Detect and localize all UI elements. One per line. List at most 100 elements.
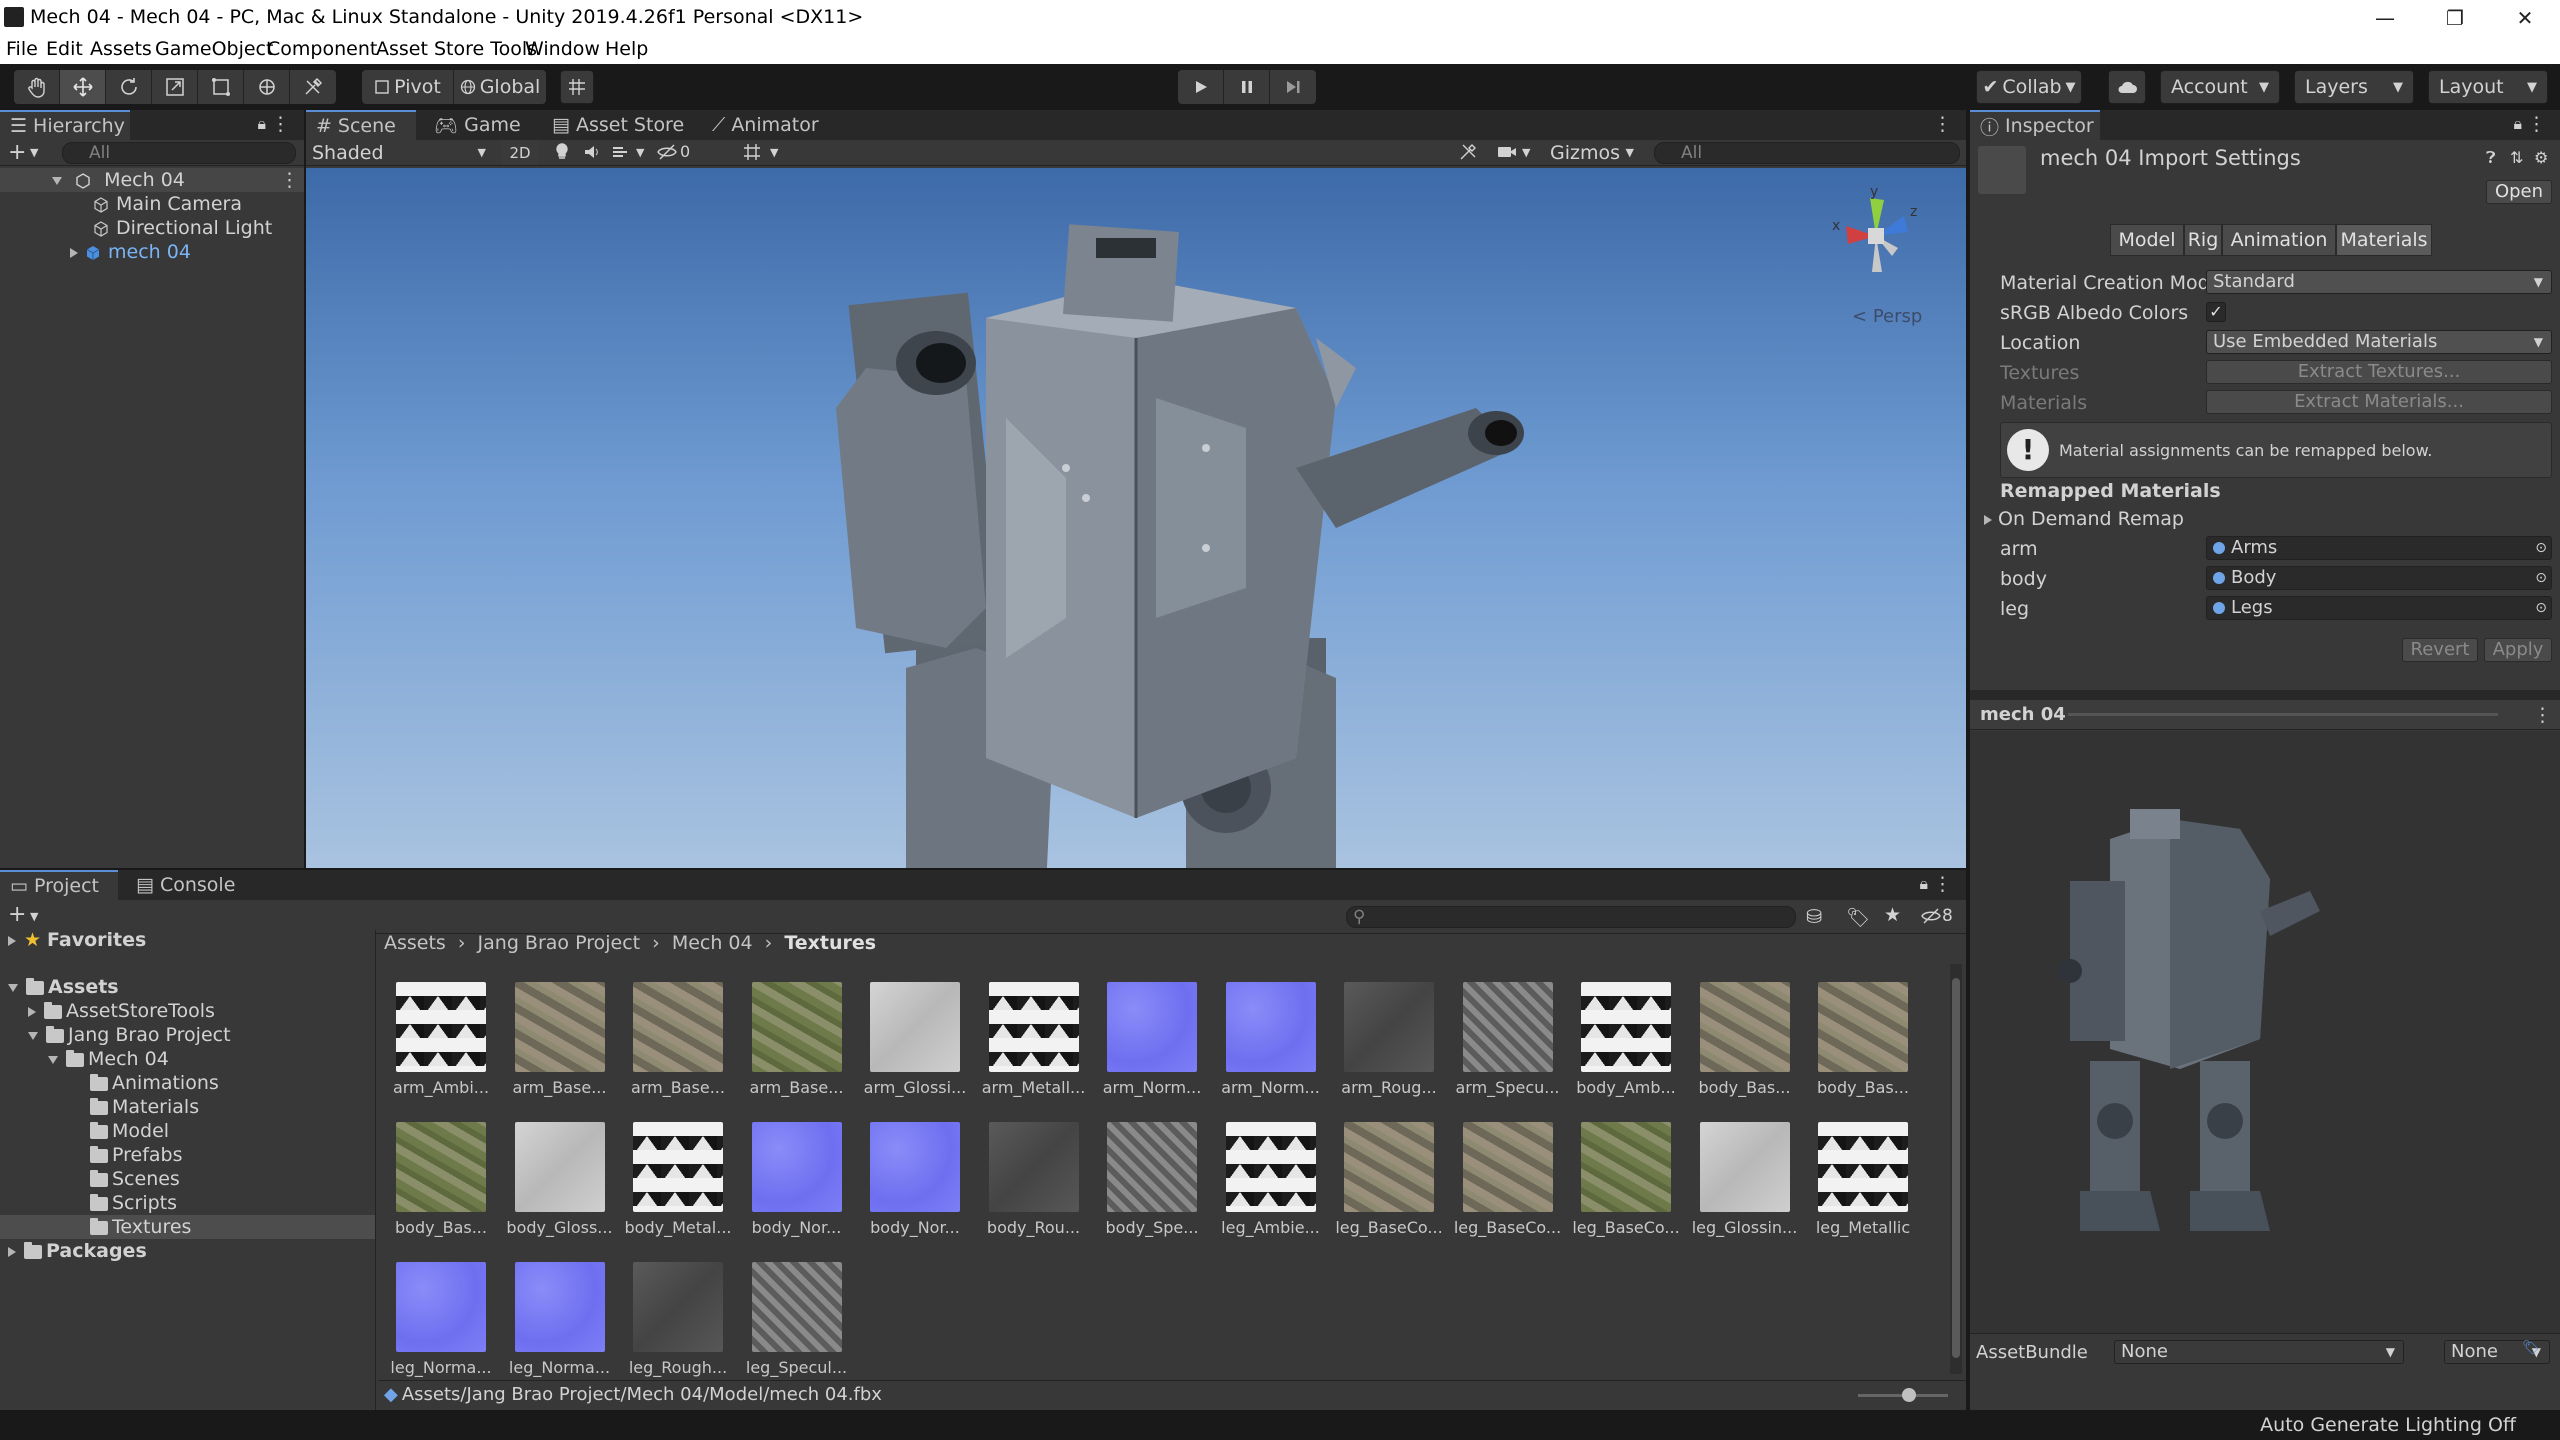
tree-item-scenes[interactable]: Scenes bbox=[90, 1167, 180, 1191]
model-preview[interactable] bbox=[1970, 731, 2560, 1333]
audio-icon[interactable] bbox=[582, 142, 602, 162]
grid-toggle-icon[interactable] bbox=[742, 142, 762, 162]
object-picker-icon[interactable]: ⊙ bbox=[2535, 567, 2547, 589]
grid-scrollbar[interactable] bbox=[1950, 964, 1962, 1374]
revert-button[interactable]: Revert bbox=[2402, 638, 2478, 662]
expand-icon[interactable] bbox=[52, 176, 62, 185]
tools-icon[interactable] bbox=[1458, 142, 1478, 162]
tab-animator[interactable]: ⟋ Animator bbox=[702, 110, 829, 140]
tree-item-animations[interactable]: Animations bbox=[90, 1071, 219, 1095]
breadcrumb-textures[interactable]: Textures bbox=[784, 932, 876, 954]
help-icon[interactable]: ❓︎ bbox=[2486, 148, 2496, 168]
scale-tool-icon[interactable] bbox=[152, 70, 198, 104]
open-button[interactable]: Open bbox=[2486, 180, 2552, 204]
packages-foldout[interactable]: Packages bbox=[8, 1239, 147, 1263]
on-demand-remap-foldout[interactable]: On Demand Remap bbox=[1984, 508, 2184, 530]
shading-mode-dropdown[interactable]: Shaded ▼ bbox=[312, 140, 492, 166]
orientation-gizmo[interactable]: x y z bbox=[1826, 186, 1926, 296]
tree-item-jang-brao[interactable]: Jang Brao Project bbox=[28, 1023, 231, 1047]
hierarchy-search-input[interactable]: All bbox=[62, 142, 296, 164]
tab-model[interactable]: Model bbox=[2110, 224, 2184, 256]
gizmos-dropdown[interactable]: Gizmos ▼ bbox=[1546, 140, 1638, 166]
scene-row[interactable]: Mech 04 ⋮ bbox=[0, 168, 304, 192]
material-creation-mode-dropdown[interactable]: Standard ▼ bbox=[2206, 270, 2552, 294]
more-icon[interactable]: ⋮ bbox=[2533, 704, 2552, 726]
lighting-icon[interactable] bbox=[552, 142, 572, 162]
cloud-button[interactable] bbox=[2108, 70, 2146, 104]
texture-thumbnail[interactable] bbox=[1581, 1122, 1671, 1212]
texture-thumbnail[interactable] bbox=[396, 1262, 486, 1352]
play-icon[interactable] bbox=[1178, 70, 1224, 104]
expand-icon[interactable] bbox=[70, 247, 78, 258]
move-tool-icon[interactable] bbox=[60, 70, 106, 104]
lock-icon[interactable]: 🔒︎ bbox=[2513, 114, 2522, 134]
hidden-objects-toggle[interactable]: 0 bbox=[656, 142, 690, 161]
more-icon[interactable]: ⋮ bbox=[1933, 113, 1952, 135]
texture-thumbnail[interactable] bbox=[1818, 982, 1908, 1072]
pause-icon[interactable] bbox=[1224, 70, 1270, 104]
transform-tool-icon[interactable] bbox=[244, 70, 290, 104]
texture-thumbnail[interactable] bbox=[514, 982, 605, 1072]
collab-dropdown[interactable]: ✔ Collab ▼ bbox=[1976, 70, 2082, 104]
more-icon[interactable]: ⋮ bbox=[2527, 113, 2546, 135]
breadcrumb-mech04[interactable]: Mech 04 bbox=[672, 932, 753, 954]
tab-hierarchy[interactable]: ☰ Hierarchy bbox=[0, 110, 130, 140]
add-icon[interactable]: + bbox=[8, 902, 26, 927]
menu-gameobject[interactable]: GameObject bbox=[155, 38, 273, 60]
texture-thumbnail[interactable] bbox=[396, 1122, 486, 1212]
assets-foldout[interactable]: Assets bbox=[8, 975, 119, 999]
lock-icon[interactable]: 🔒︎ bbox=[1919, 874, 1928, 894]
dropdown-arrow-icon[interactable]: ▼ bbox=[1522, 146, 1530, 159]
pivot-toggle[interactable]: Pivot bbox=[362, 70, 454, 104]
tab-rig[interactable]: Rig bbox=[2184, 224, 2222, 256]
menu-asset-store-tools[interactable]: Asset Store Tools bbox=[376, 38, 537, 60]
settings-gear-icon[interactable]: ⚙︎ bbox=[2534, 148, 2548, 167]
icon-size-slider-thumb[interactable] bbox=[1902, 1388, 1916, 1402]
layers-dropdown[interactable]: Layers ▼ bbox=[2294, 70, 2414, 104]
location-dropdown[interactable]: Use Embedded Materials ▼ bbox=[2206, 330, 2552, 354]
texture-thumbnail[interactable] bbox=[1344, 982, 1434, 1072]
texture-thumbnail[interactable] bbox=[633, 982, 723, 1072]
tab-asset-store[interactable]: ▤ Asset Store bbox=[542, 110, 694, 140]
texture-thumbnail[interactable] bbox=[988, 1122, 1079, 1212]
maximize-button[interactable]: ❐ bbox=[2420, 0, 2490, 36]
preset-icon[interactable]: ⇅ bbox=[2510, 148, 2523, 167]
hierarchy-item-directional-light[interactable]: Directional Light bbox=[92, 216, 272, 240]
texture-thumbnail[interactable] bbox=[1818, 1122, 1908, 1212]
dropdown-arrow-icon[interactable]: ▼ bbox=[770, 146, 778, 159]
apply-button[interactable]: Apply bbox=[2484, 638, 2552, 662]
texture-thumbnail[interactable] bbox=[1107, 1122, 1197, 1212]
tab-inspector[interactable]: ⓘ Inspector bbox=[1970, 110, 2100, 140]
menu-help[interactable]: Help bbox=[605, 38, 648, 60]
extract-textures-button[interactable]: Extract Textures... bbox=[2206, 360, 2552, 384]
menu-component[interactable]: Component bbox=[267, 38, 377, 60]
texture-thumbnail[interactable] bbox=[1107, 982, 1197, 1072]
remap-field-leg[interactable]: Legs ⊙ bbox=[2206, 596, 2552, 620]
tab-materials[interactable]: Materials bbox=[2336, 224, 2432, 256]
remap-field-body[interactable]: Body ⊙ bbox=[2206, 566, 2552, 590]
account-dropdown[interactable]: Account ▼ bbox=[2160, 70, 2280, 104]
texture-thumbnail[interactable] bbox=[514, 1122, 605, 1212]
texture-thumbnail[interactable] bbox=[1699, 982, 1790, 1072]
tab-animation[interactable]: Animation bbox=[2222, 224, 2336, 256]
hand-tool-icon[interactable] bbox=[14, 70, 60, 104]
texture-thumbnail[interactable] bbox=[870, 1122, 960, 1212]
texture-thumbnail[interactable] bbox=[751, 1262, 842, 1352]
favorite-star-icon[interactable]: ★ bbox=[1884, 904, 1901, 926]
menu-file[interactable]: File bbox=[6, 38, 38, 60]
texture-thumbnail[interactable] bbox=[1225, 1122, 1316, 1212]
object-picker-icon[interactable]: ⊙ bbox=[2535, 537, 2547, 559]
texture-thumbnail[interactable] bbox=[1225, 982, 1316, 1072]
texture-thumbnail[interactable] bbox=[514, 1262, 605, 1352]
breadcrumb-assets[interactable]: Assets bbox=[384, 932, 446, 954]
grid-snap-button[interactable] bbox=[560, 70, 594, 104]
close-button[interactable]: ✕ bbox=[2490, 0, 2560, 36]
layout-dropdown[interactable]: Layout ▼ bbox=[2428, 70, 2548, 104]
texture-thumbnail[interactable] bbox=[988, 982, 1079, 1072]
dropdown-arrow-icon[interactable]: ▼ bbox=[30, 146, 38, 159]
scene-search-input[interactable]: All bbox=[1654, 142, 1960, 164]
dropdown-arrow-icon[interactable]: ▼ bbox=[30, 910, 38, 923]
minimize-button[interactable]: — bbox=[2350, 0, 2420, 36]
tree-item-prefabs[interactable]: Prefabs bbox=[90, 1143, 183, 1167]
filter-type-icon[interactable]: ⛁ bbox=[1806, 906, 1822, 928]
